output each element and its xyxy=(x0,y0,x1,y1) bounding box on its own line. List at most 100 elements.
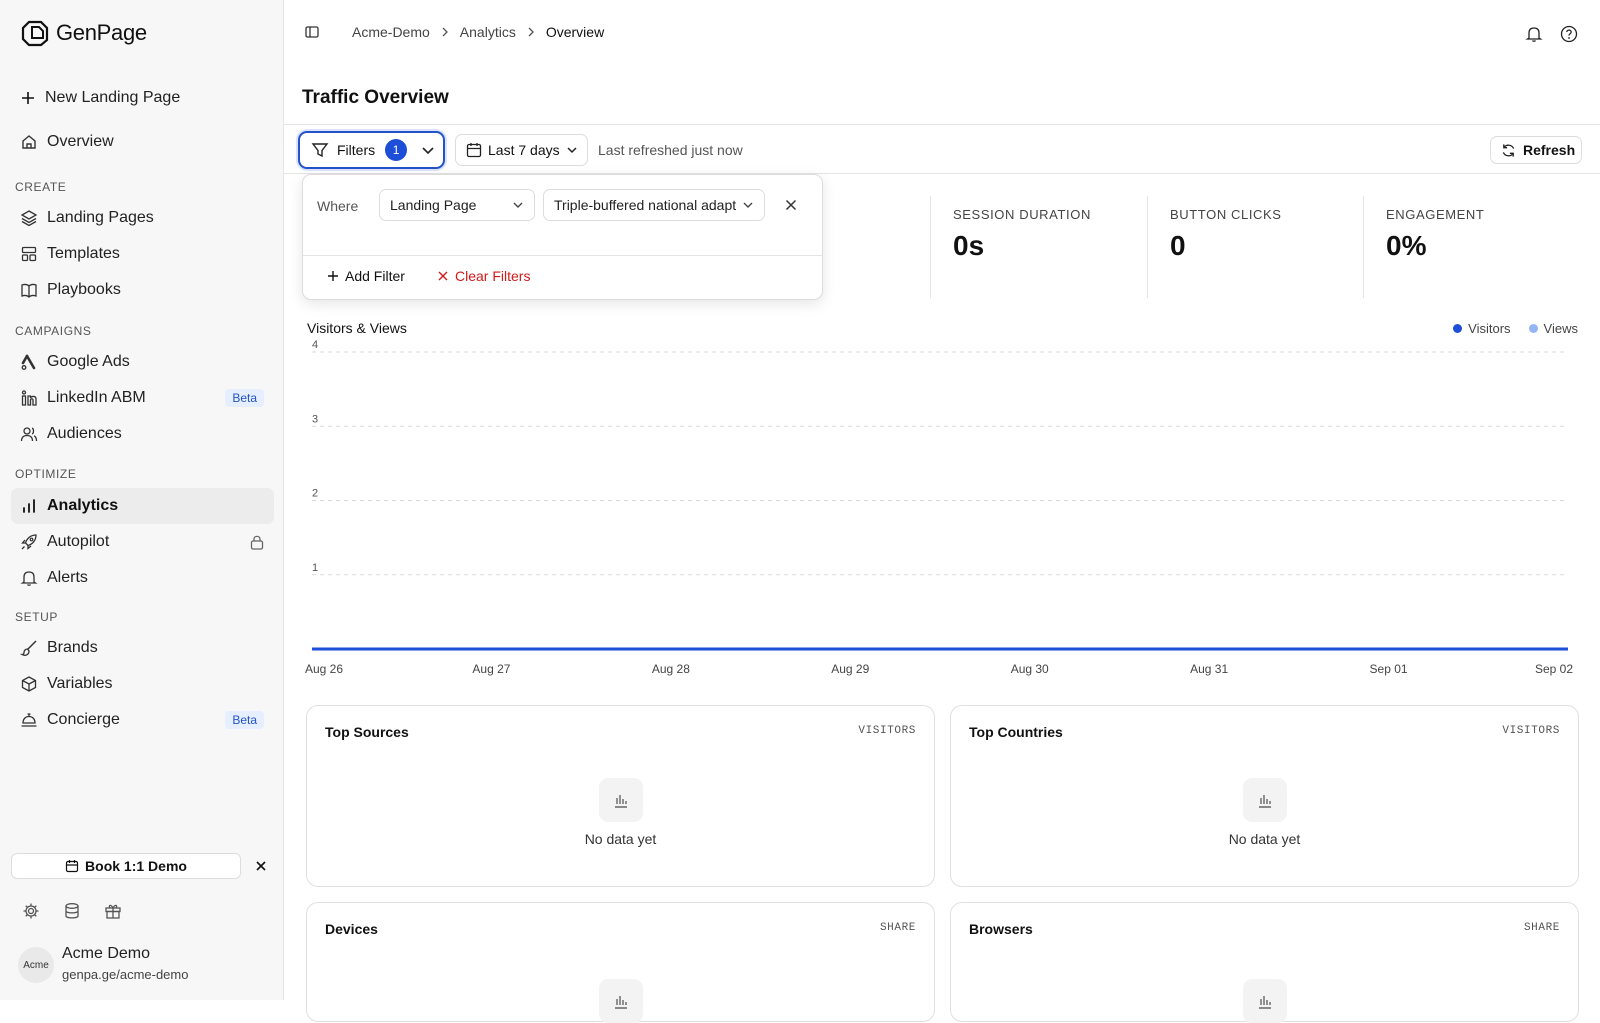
users-icon xyxy=(20,425,38,443)
card-devices: Devices SHARE xyxy=(306,902,935,1022)
bar-chart-icon xyxy=(20,497,38,515)
database-icon[interactable] xyxy=(63,902,81,920)
stat-value: 0% xyxy=(1386,230,1484,262)
legend-label: Visitors xyxy=(1468,321,1510,336)
stat-value: 0 xyxy=(1170,230,1282,262)
stat-label: BUTTON CLICKS xyxy=(1170,207,1282,222)
sidebar-item-label: Templates xyxy=(47,245,120,263)
last-refreshed-text: Last refreshed just now xyxy=(598,142,743,158)
stat-session-duration: SESSION DURATION 0s xyxy=(930,196,1091,298)
sidebar-item-templates[interactable]: Templates xyxy=(11,236,274,272)
breadcrumb-analytics[interactable]: Analytics xyxy=(460,24,516,40)
genpage-logo-icon xyxy=(20,18,50,48)
close-icon[interactable] xyxy=(253,858,269,874)
sidebar-item-variables[interactable]: Variables xyxy=(11,666,274,702)
filter-icon xyxy=(311,141,329,159)
filters-label: Filters xyxy=(337,142,375,158)
x-tick-label: Aug 28 xyxy=(652,662,690,676)
card-browsers: Browsers SHARE xyxy=(950,902,1579,1022)
bar-chart-icon xyxy=(612,791,630,809)
sidebar-item-audiences[interactable]: Audiences xyxy=(11,416,274,452)
calendar-icon xyxy=(65,859,79,873)
template-icon xyxy=(20,245,38,263)
x-tick-label: Aug 29 xyxy=(831,662,869,676)
sidebar-item-alerts[interactable]: Alerts xyxy=(11,560,274,596)
rocket-icon xyxy=(20,533,38,551)
sidebar-item-analytics[interactable]: Analytics xyxy=(11,488,274,524)
card-title: Top Countries xyxy=(969,724,1063,740)
notification-bell-icon[interactable] xyxy=(1525,25,1543,43)
clear-filters-button[interactable]: Clear Filters xyxy=(437,268,530,284)
help-icon[interactable] xyxy=(1560,25,1578,43)
chevron-down-icon xyxy=(566,144,578,156)
beta-badge: Beta xyxy=(225,389,264,407)
filters-button[interactable]: Filters 1 xyxy=(298,131,445,169)
filter-field-select[interactable]: Landing Page xyxy=(379,189,535,221)
filter-value-select[interactable]: Triple-buffered national adapt xyxy=(543,189,765,221)
linkedin-icon xyxy=(20,389,38,407)
sidebar-item-label: Playbooks xyxy=(47,281,121,299)
sidebar: GenPage New Landing Page Overview CREATE… xyxy=(0,0,284,1000)
filter-popover: Where Landing Page Triple-buffered natio… xyxy=(302,174,823,300)
filter-count-badge: 1 xyxy=(385,139,407,161)
empty-state-text: No data yet xyxy=(307,831,934,847)
remove-filter-icon[interactable] xyxy=(783,197,799,213)
gear-icon[interactable] xyxy=(22,902,40,920)
sidebar-item-google-ads[interactable]: Google Ads xyxy=(11,344,274,380)
y-tick-label: 3 xyxy=(312,413,318,425)
add-filter-button[interactable]: Add Filter xyxy=(327,268,405,284)
book-demo-button[interactable]: Book 1:1 Demo xyxy=(11,853,241,879)
sidebar-item-overview[interactable]: Overview xyxy=(11,124,274,160)
sidebar-item-linkedin-abm[interactable]: LinkedIn ABM Beta xyxy=(11,380,274,416)
card-meta: SHARE xyxy=(1524,922,1560,934)
gift-icon[interactable] xyxy=(104,902,122,920)
stat-button-clicks: BUTTON CLICKS 0 xyxy=(1147,196,1282,298)
breadcrumb: Acme-Demo Analytics Overview xyxy=(304,24,604,40)
sidebar-item-playbooks[interactable]: Playbooks xyxy=(11,272,274,308)
sidebar-item-brands[interactable]: Brands xyxy=(11,630,274,666)
card-top-sources: Top Sources VISITORS No data yet xyxy=(306,705,935,887)
cube-icon xyxy=(20,675,38,693)
sidebar-item-label: LinkedIn ABM xyxy=(47,389,146,407)
legend-item-views[interactable]: Views xyxy=(1529,321,1578,336)
chevron-right-icon xyxy=(440,27,450,37)
sidebar-item-label: Analytics xyxy=(47,497,118,515)
beta-badge: Beta xyxy=(225,711,264,729)
stat-value: 0s xyxy=(953,230,1091,262)
sidebar-item-label: Concierge xyxy=(47,711,120,729)
chevron-down-icon xyxy=(421,143,435,157)
legend-dot xyxy=(1529,324,1538,333)
stat-label: SESSION DURATION xyxy=(953,207,1091,222)
x-tick-label: Sep 02 xyxy=(1535,662,1573,676)
chart-title: Visitors & Views xyxy=(307,320,407,336)
breadcrumb-acme-demo[interactable]: Acme-Demo xyxy=(352,24,430,40)
new-landing-page-button[interactable]: New Landing Page xyxy=(11,80,274,116)
refresh-label: Refresh xyxy=(1523,142,1575,158)
avatar[interactable]: Acme xyxy=(18,947,54,983)
sidebar-item-landing-pages[interactable]: Landing Pages xyxy=(11,200,274,236)
x-tick-label: Aug 26 xyxy=(305,662,343,676)
section-setup: SETUP xyxy=(15,610,58,624)
y-tick-label: 1 xyxy=(312,562,318,574)
plus-icon xyxy=(20,90,36,106)
add-filter-label: Add Filter xyxy=(345,268,405,284)
refresh-button[interactable]: Refresh xyxy=(1490,136,1582,164)
chart-legend: Visitors Views xyxy=(1453,321,1578,336)
bar-chart-icon xyxy=(1256,791,1274,809)
layers-icon xyxy=(20,209,38,227)
sidebar-item-label: Alerts xyxy=(47,569,88,587)
sidebar-item-label: Audiences xyxy=(47,425,122,443)
sidebar-item-concierge[interactable]: Concierge Beta xyxy=(11,702,274,738)
filter-popover-footer: Add Filter Clear Filters xyxy=(303,255,822,300)
sidebar-item-autopilot[interactable]: Autopilot xyxy=(11,524,274,560)
empty-state-icon xyxy=(1243,979,1287,1023)
y-tick-label: 2 xyxy=(312,488,318,500)
where-label: Where xyxy=(317,198,358,214)
empty-state-text: No data yet xyxy=(951,831,1578,847)
sidebar-toggle-icon[interactable] xyxy=(304,24,320,40)
date-range-button[interactable]: Last 7 days xyxy=(455,134,588,166)
card-top-countries: Top Countries VISITORS No data yet xyxy=(950,705,1579,887)
plus-icon xyxy=(327,270,339,282)
legend-item-visitors[interactable]: Visitors xyxy=(1453,321,1510,336)
app-logo[interactable]: GenPage xyxy=(20,18,147,48)
